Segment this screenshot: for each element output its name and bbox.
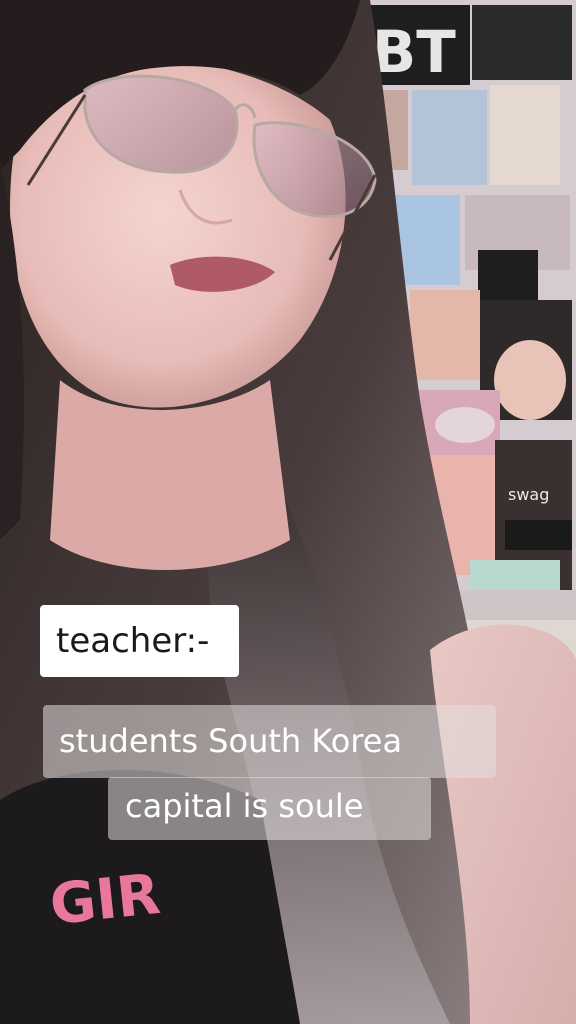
video-frame: BT swag GIR teacher:- students South Kor… xyxy=(0,0,576,1024)
caption-line-2: capital is soule xyxy=(108,777,431,840)
svg-text:BT: BT xyxy=(372,18,456,86)
selfie-photo: BT swag GIR xyxy=(0,0,576,1024)
caption-teacher: teacher:- xyxy=(40,605,239,677)
svg-text:GIR: GIR xyxy=(47,862,163,938)
caption-line-1: students South Korea xyxy=(43,705,496,778)
svg-text:swag: swag xyxy=(508,485,549,504)
